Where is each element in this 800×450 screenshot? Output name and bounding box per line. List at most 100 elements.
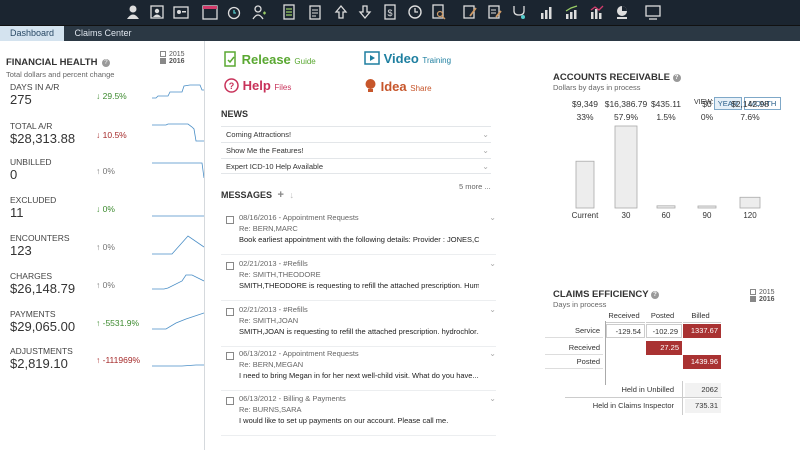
sparkline-chart: [152, 123, 204, 142]
metric-total-a-r: TOTAL A/R $28,313.88 ↓ 10.5%: [10, 121, 204, 155]
video-training-link[interactable]: Video Training: [364, 51, 451, 66]
metric-label: DAYS IN A/R: [10, 82, 60, 92]
idea-share-link[interactable]: Idea Share: [364, 78, 432, 94]
chevron-down-icon[interactable]: ⌄: [482, 143, 489, 159]
clock-icon[interactable]: [407, 4, 423, 20]
ce-legend-2015[interactable]: 2015: [750, 289, 775, 296]
alarm-icon[interactable]: [226, 4, 242, 20]
ce-divider: [565, 397, 722, 398]
ar-percent-label: 0%: [700, 112, 714, 122]
tab-claims-center[interactable]: Claims Center: [70, 26, 136, 41]
list-icon[interactable]: [281, 4, 297, 20]
message-item[interactable]: 08/16/2016 - Appointment Requests Re: BER…: [221, 211, 496, 255]
financial-health-header: FINANCIAL HEALTH ? Total dollars and per…: [6, 52, 114, 79]
ce-cell-value: -129.54: [606, 324, 645, 338]
edit-icon[interactable]: [462, 4, 478, 20]
chevron-down-icon[interactable]: ⌄: [489, 394, 496, 403]
news-item-label: Show Me the Features!: [226, 146, 304, 155]
user-icon[interactable]: [125, 4, 141, 20]
news-item[interactable]: Show Me the Features! ⌄: [221, 142, 491, 158]
id-card-icon[interactable]: [173, 4, 189, 20]
monitor-icon[interactable]: [645, 4, 661, 20]
sparkline-chart: [152, 364, 204, 367]
arrow-up-icon: ↑: [96, 280, 101, 290]
metric-label: TOTAL A/R: [10, 121, 53, 131]
chevron-down-icon[interactable]: ⌄: [482, 127, 489, 143]
release-guide-link[interactable]: Release Guide: [224, 51, 316, 67]
ce-legend-2015-swatch: [750, 289, 756, 296]
message-checkbox[interactable]: [226, 397, 234, 405]
arrow-down-icon[interactable]: ↓: [289, 190, 294, 200]
metric-charges: CHARGES $26,148.79 ↑ 0%: [10, 271, 204, 305]
news-item[interactable]: Expert ICD-10 Help Available ⌄: [221, 158, 491, 174]
bar-chart-icon[interactable]: [539, 4, 555, 20]
share-label: Share: [410, 84, 432, 93]
tab-dashboard[interactable]: Dashboard: [0, 26, 64, 41]
arrow-up-icon: ↑: [96, 242, 101, 252]
message-item[interactable]: 02/21/2013 - #Refills Re: SMITH,JOAN SMITH…: [221, 303, 496, 347]
ce-legend-2016[interactable]: 2016: [750, 296, 775, 303]
stethoscope-icon[interactable]: [511, 4, 527, 20]
message-checkbox[interactable]: [226, 216, 234, 224]
metric-change-value: -111969%: [102, 355, 141, 365]
metric-change: ↑ 0%: [96, 242, 115, 252]
message-item[interactable]: 06/13/2012 - Billing & Payments Re: BURNS…: [221, 392, 496, 436]
ar-percent-label: 1.5%: [656, 112, 676, 122]
download-icon[interactable]: [357, 4, 373, 20]
metric-value: 11: [10, 205, 24, 220]
metric-unbilled: UNBILLED 0 ↑ 0%: [10, 157, 204, 191]
info-icon[interactable]: ?: [101, 59, 110, 67]
metric-change-value: 29.5%: [102, 91, 127, 101]
users-icon[interactable]: [149, 4, 165, 20]
chevron-down-icon[interactable]: ⌄: [489, 349, 496, 358]
upload-icon[interactable]: [333, 4, 349, 20]
news-item-label: Coming Attractions!: [226, 130, 292, 139]
ar-bar-60[interactable]: [656, 205, 676, 209]
help-files-link[interactable]: ? Help Files: [224, 78, 291, 93]
legend-2015[interactable]: 2015: [160, 51, 185, 58]
message-body: Book earliest appointment with the follo…: [239, 235, 479, 244]
message-item[interactable]: 02/21/2013 - #Refills Re: SMITH,THEODORE S…: [221, 257, 496, 301]
metric-days-in-a-r: DAYS IN A/R 275 ↓ 29.5%: [10, 82, 204, 116]
ar-bar-current[interactable]: [575, 160, 595, 209]
edit-list-icon[interactable]: [487, 4, 503, 20]
ce-col-header: Billed: [683, 309, 721, 323]
message-checkbox[interactable]: [226, 262, 234, 270]
ar-bar-30[interactable]: [614, 125, 638, 209]
news-item[interactable]: Coming Attractions! ⌄: [221, 126, 491, 142]
arrow-up-icon: ↑: [96, 355, 101, 365]
search-doc-icon[interactable]: [431, 4, 447, 20]
chevron-down-icon[interactable]: ⌄: [489, 259, 496, 268]
person-plus-icon[interactable]: [251, 4, 267, 20]
financial-health-title: FINANCIAL HEALTH: [6, 57, 98, 68]
dollar-icon[interactable]: $: [382, 4, 398, 20]
chevron-down-icon[interactable]: ⌄: [489, 213, 496, 222]
ar-amount-label: $0: [702, 99, 712, 109]
chevron-down-icon[interactable]: ⌄: [489, 305, 496, 314]
ce-cell-value: [606, 341, 645, 355]
growth-chart-icon[interactable]: [564, 4, 580, 20]
ce-cell-value: 1439.96: [683, 355, 721, 369]
ar-bar-90[interactable]: [697, 205, 717, 209]
pie-chart-icon[interactable]: [614, 4, 630, 20]
add-message-icon[interactable]: +: [278, 189, 284, 201]
held-inspector-label: Held in Claims Inspector: [592, 401, 674, 410]
calendar-icon[interactable]: [202, 4, 218, 20]
message-item[interactable]: 06/13/2012 - Appointment Requests Re: BER…: [221, 347, 496, 391]
metric-change-value: 0%: [102, 242, 115, 252]
stats-icon[interactable]: [589, 4, 605, 20]
legend-2016[interactable]: 2016: [160, 58, 185, 65]
metric-change: ↑ 0%: [96, 166, 115, 176]
legend-2015-label: 2015: [169, 51, 185, 58]
info-icon[interactable]: ?: [651, 291, 659, 299]
sparkline-chart: [152, 312, 204, 330]
message-re: Re: BERN,MARC: [239, 224, 298, 233]
message-checkbox[interactable]: [226, 352, 234, 360]
video-label: Video: [383, 51, 419, 66]
clipboard-icon[interactable]: [307, 4, 323, 20]
metric-label: ADJUSTMENTS: [10, 346, 73, 356]
chevron-down-icon[interactable]: ⌄: [482, 159, 489, 175]
ar-bar-120[interactable]: [739, 196, 761, 209]
help-label: Help: [242, 78, 271, 93]
message-checkbox[interactable]: [226, 308, 234, 316]
